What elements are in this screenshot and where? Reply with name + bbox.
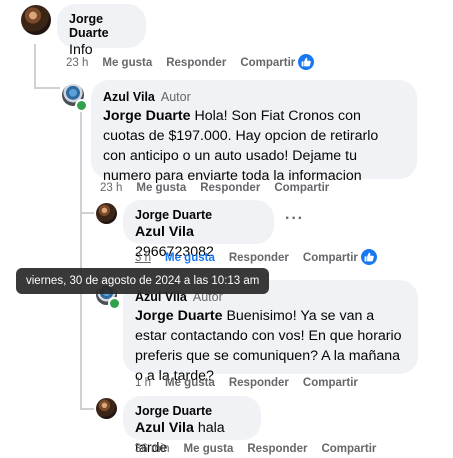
mention-link[interactable]: Azul Vila [135, 224, 194, 240]
comment-bubble: Jorge Duarte Azul Vila 2966723082 [123, 200, 274, 260]
reply-button[interactable]: Responder [200, 182, 260, 194]
comment-bubble: Azul Vila Autor Jorge Duarte Hola! Son Fi… [91, 80, 417, 184]
comment-time[interactable]: 36 min [135, 443, 170, 455]
thread-line [80, 110, 82, 410]
avatar[interactable] [96, 203, 117, 224]
comment-bubble: Azul Vila Autor Jorge Duarte Buenisimo! Y… [123, 280, 418, 384]
share-button[interactable]: Compartir [240, 57, 295, 69]
reply-button[interactable]: Responder [229, 377, 289, 389]
like-button[interactable]: Me gusta [165, 252, 215, 264]
share-button[interactable]: Compartir [321, 443, 376, 455]
comment-author[interactable]: Jorge Duarte [135, 208, 262, 222]
thread-line [80, 408, 94, 410]
mention-link[interactable]: Jorge Duarte [135, 308, 223, 324]
like-button[interactable]: Me gusta [165, 377, 215, 389]
reply-button[interactable]: Responder [247, 443, 307, 455]
like-button[interactable]: Me gusta [136, 182, 186, 194]
share-button[interactable]: Compartir [303, 252, 358, 264]
comment-actions: 1 h Me gusta Responder Compartir [135, 377, 372, 389]
like-reaction-icon[interactable] [298, 54, 314, 70]
timestamp-tooltip: viernes, 30 de agosto de 2024 a las 10:1… [16, 268, 270, 294]
avatar[interactable] [21, 5, 51, 35]
comment-actions: 3 h Me gusta Responder Compartir [135, 252, 372, 264]
thread-line [34, 44, 36, 89]
like-reaction-icon[interactable] [361, 249, 377, 265]
comment-author[interactable]: Jorge Duarte [69, 12, 134, 40]
comment-time[interactable]: 1 h [135, 377, 151, 389]
comment-author[interactable]: Azul Vila [103, 90, 155, 104]
reply-button[interactable]: Responder [229, 252, 289, 264]
mention-link[interactable]: Azul Vila [135, 420, 194, 436]
comment-time[interactable]: 3 h [135, 252, 151, 264]
thread-line [80, 212, 94, 214]
comment-actions: 23 h Me gusta Responder Compartir [100, 182, 343, 194]
author-badge: Autor [160, 90, 191, 104]
more-options-icon[interactable]: ··· [285, 210, 304, 228]
like-button[interactable]: Me gusta [184, 443, 234, 455]
online-status-icon [108, 297, 121, 310]
comment-actions: 23 h Me gusta Responder Compartir [66, 57, 309, 69]
comment-time[interactable]: 23 h [66, 57, 88, 69]
reply-button[interactable]: Responder [166, 57, 226, 69]
thread-line [34, 87, 60, 89]
online-status-icon [75, 99, 88, 112]
share-button[interactable]: Compartir [274, 182, 329, 194]
share-button[interactable]: Compartir [303, 377, 358, 389]
comment-bubble: Jorge Duarte Azul Vila hala tarde [123, 396, 261, 456]
mention-link[interactable]: Jorge Duarte [103, 108, 191, 124]
avatar[interactable] [96, 398, 117, 419]
like-button[interactable]: Me gusta [102, 57, 152, 69]
comment-time[interactable]: 23 h [100, 182, 122, 194]
comment-bubble: Jorge Duarte Info [57, 4, 146, 58]
comment-author[interactable]: Jorge Duarte [135, 404, 249, 418]
comment-actions: 36 min Me gusta Responder Compartir [135, 443, 390, 455]
